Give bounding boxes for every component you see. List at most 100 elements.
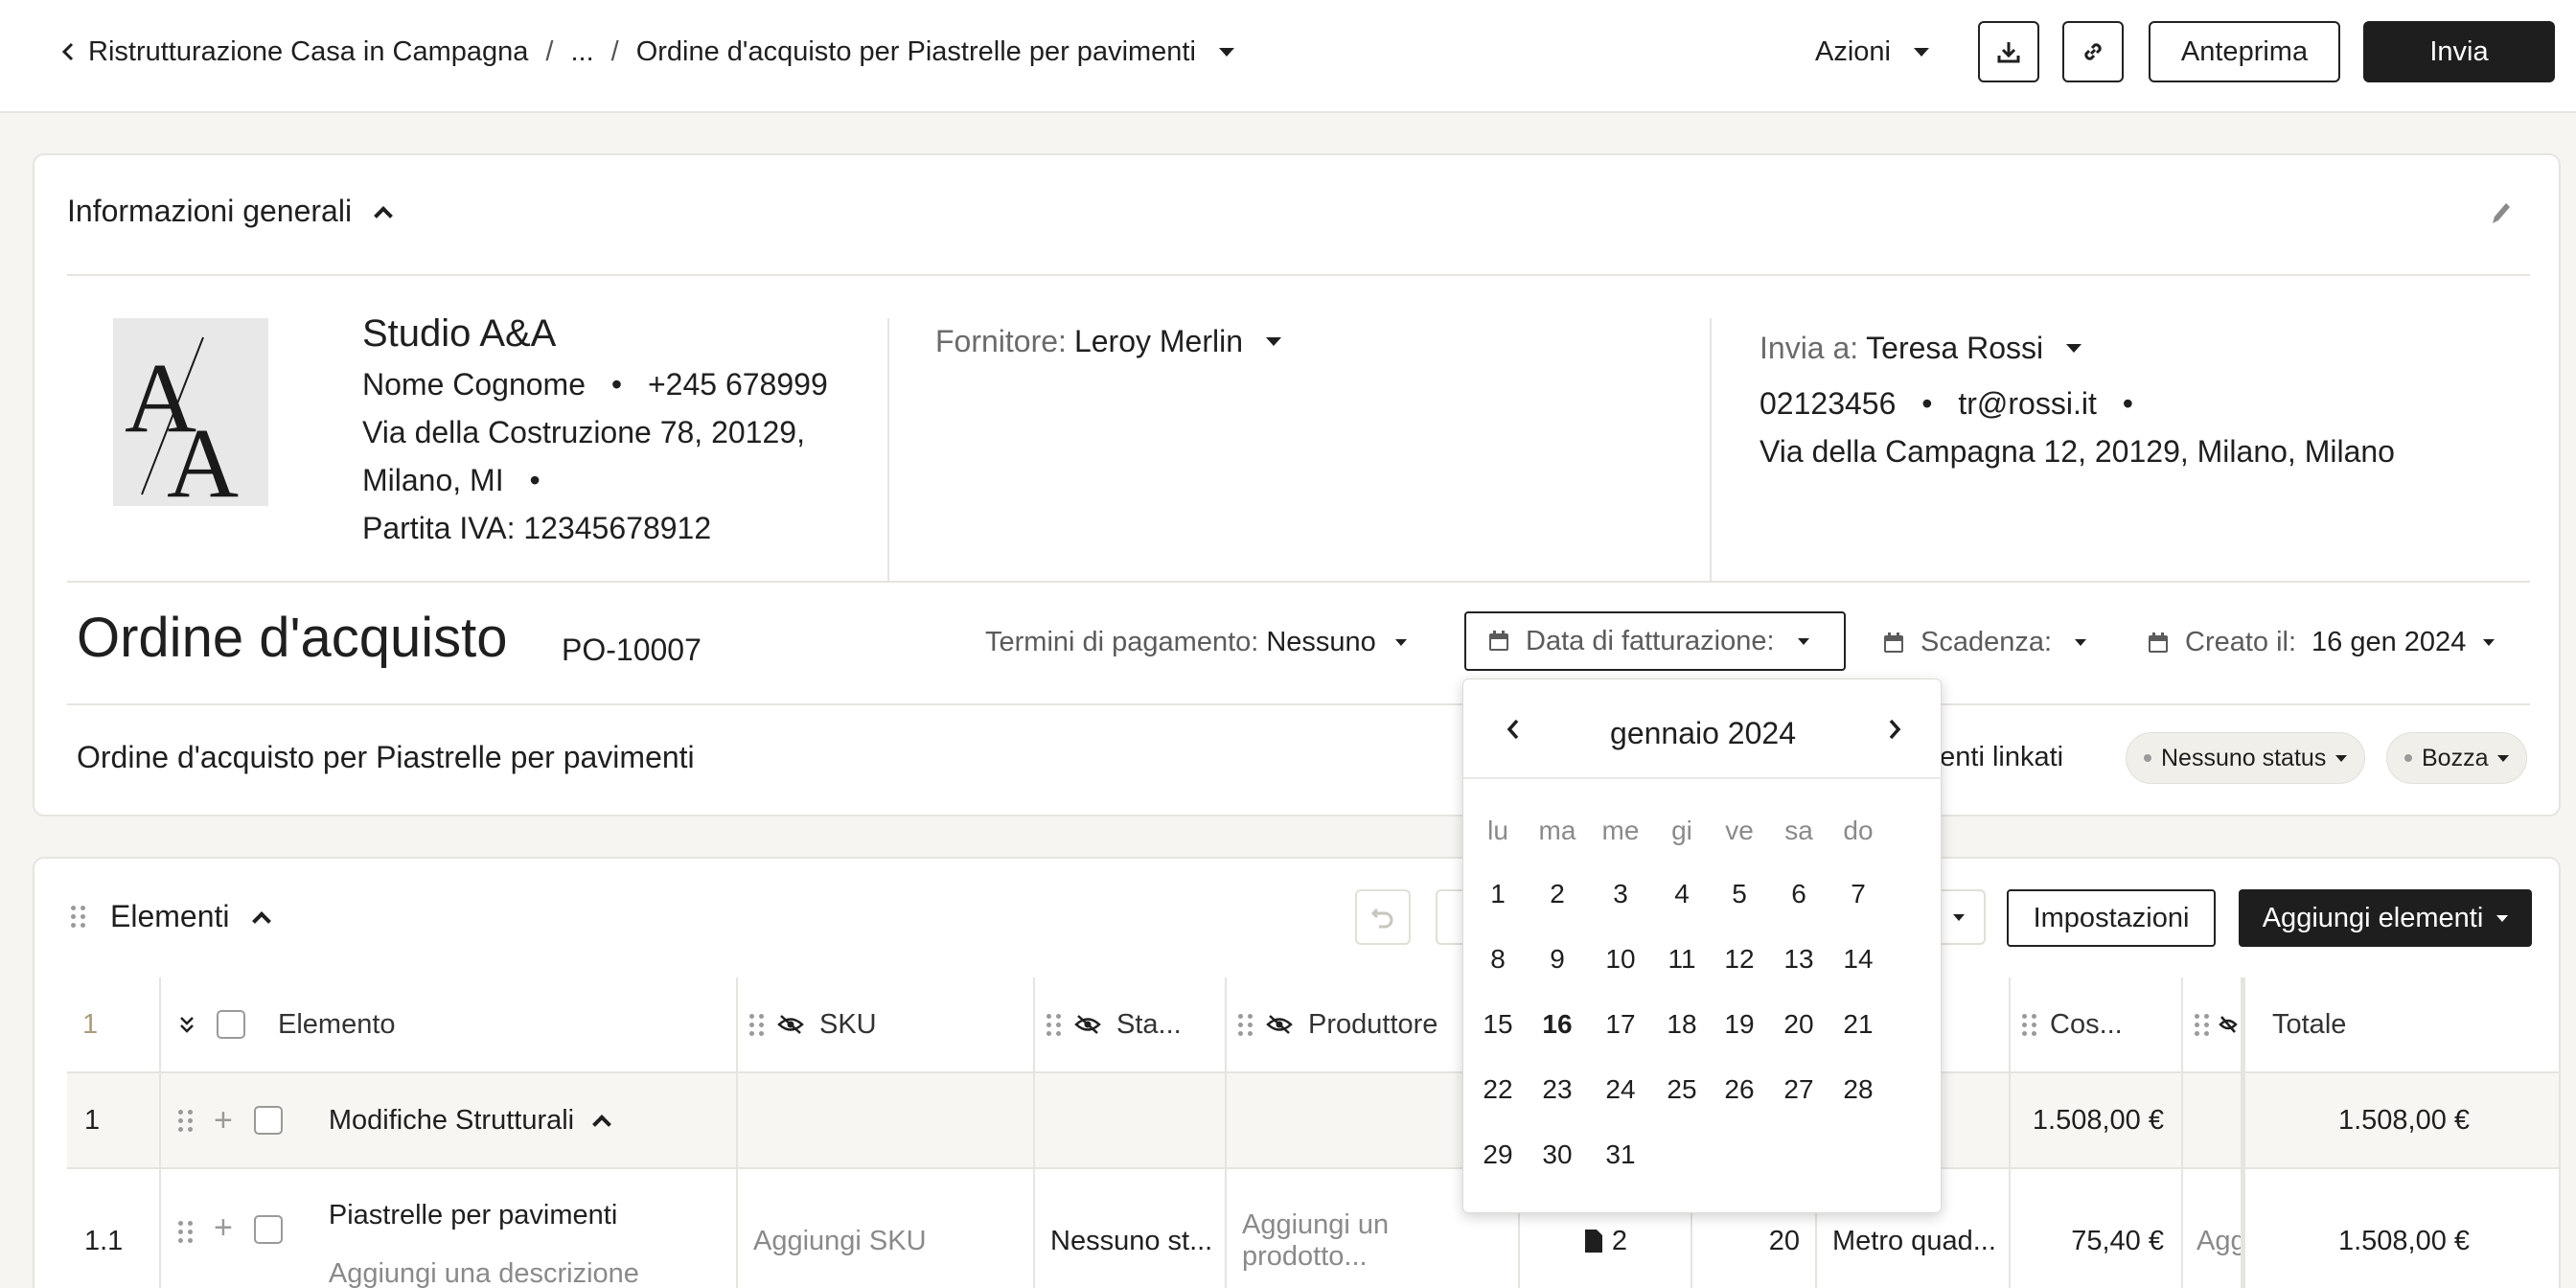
chevron-up-icon[interactable] — [592, 1115, 612, 1134]
send-button[interactable]: Invia — [2363, 21, 2555, 82]
preview-button[interactable]: Anteprima — [2149, 21, 2340, 82]
calendar-day[interactable]: 21 — [1829, 1009, 1887, 1040]
eye-off-icon[interactable] — [1074, 1014, 1101, 1035]
header-extra[interactable] — [2183, 978, 2242, 1071]
eye-off-icon[interactable] — [777, 1014, 804, 1035]
row-checkbox[interactable] — [253, 1106, 283, 1135]
created-date-dropdown[interactable]: Creato il: 16 gen 2024 — [2147, 627, 2496, 658]
settings-button[interactable]: Impostazioni — [2007, 889, 2216, 947]
table-row: 1.1 + Piastrelle per pavimenti Aggiungi … — [67, 1169, 2559, 1288]
general-info-toggle[interactable]: Informazioni generali — [67, 194, 393, 229]
group-element[interactable]: + Modifiche Strutturali — [161, 1073, 738, 1167]
chevron-left-icon[interactable] — [54, 37, 82, 66]
drag-handle-icon[interactable] — [2022, 1013, 2036, 1036]
due-date-dropdown[interactable]: Scadenza: — [1882, 627, 2087, 658]
status-badge[interactable]: Nessuno status — [2126, 732, 2366, 784]
order-subtitle[interactable]: Ordine d'acquisto per Piastrelle per pav… — [77, 740, 695, 775]
po-number[interactable]: PO-10007 — [562, 632, 702, 668]
calendar-day[interactable]: 27 — [1770, 1074, 1828, 1105]
calendar-day[interactable]: 3 — [1592, 879, 1649, 909]
row-cost[interactable]: 75,40 € — [2011, 1169, 2183, 1288]
caret-down-icon[interactable] — [1218, 47, 1234, 57]
calendar-day[interactable]: 22 — [1469, 1074, 1527, 1105]
row-description[interactable]: Aggiungi una descrizione — [329, 1258, 639, 1288]
weekday-label: ma — [1538, 816, 1576, 845]
ship-to-contacts: 02123456 • tr@rossi.it • — [1760, 380, 2395, 427]
calendar-day[interactable]: 15 — [1469, 1009, 1527, 1040]
calendar-day[interactable]: 19 — [1711, 1009, 1768, 1040]
ship-to-dropdown[interactable]: Invia a: Teresa Rossi — [1760, 324, 2395, 372]
drag-handle-icon[interactable] — [178, 1221, 193, 1243]
calendar-day[interactable]: 12 — [1711, 944, 1768, 975]
drag-handle-icon[interactable] — [178, 1109, 193, 1132]
row-status[interactable]: Nessuno st... — [1035, 1169, 1227, 1288]
row-checkbox[interactable] — [253, 1215, 283, 1244]
row-sku[interactable]: Aggiungi SKU — [738, 1169, 1035, 1288]
calendar-day[interactable]: 4 — [1653, 879, 1711, 909]
calendar-day[interactable]: 30 — [1529, 1139, 1586, 1170]
company-vat: Partita IVA: 12345678912 — [362, 511, 712, 545]
calendar-day[interactable]: 1 — [1469, 879, 1527, 909]
calendar-day[interactable]: 11 — [1653, 944, 1711, 975]
calendar-day[interactable]: 26 — [1711, 1074, 1768, 1105]
add-items-button[interactable]: Aggiungi elementi — [2239, 889, 2532, 947]
header-cost[interactable]: Cos... — [2011, 978, 2183, 1071]
eye-off-icon[interactable] — [1266, 1014, 1293, 1035]
header-element[interactable]: Elemento — [161, 978, 738, 1071]
header-element-label: Elemento — [278, 1008, 396, 1040]
collapse-all-icon[interactable] — [178, 1014, 196, 1035]
actions-dropdown[interactable]: Azioni — [1815, 33, 1929, 71]
calendar-day[interactable]: 18 — [1653, 1009, 1711, 1040]
row-total: 1.508,00 € — [2242, 1169, 2559, 1288]
ship-to-address: Via della Campagna 12, 20129, Milano, Mi… — [1760, 434, 2395, 469]
eye-off-icon[interactable] — [2219, 1014, 2238, 1035]
calendar-day[interactable]: 6 — [1770, 879, 1828, 909]
calendar-day[interactable]: 13 — [1770, 944, 1828, 975]
breadcrumb-current[interactable]: Ordine d'acquisto per Piastrelle per pav… — [636, 36, 1196, 68]
items-toggle[interactable]: Elementi — [71, 899, 271, 934]
calendar-day[interactable]: 24 — [1592, 1074, 1649, 1105]
company-address-line2: Milano, MI • — [362, 456, 828, 504]
calendar-day[interactable]: 2 — [1529, 879, 1586, 909]
row-name[interactable]: Piastrelle per pavimenti — [329, 1200, 639, 1231]
undo-button[interactable] — [1355, 889, 1411, 945]
calendar-day[interactable]: 5 — [1711, 879, 1768, 909]
calendar-day[interactable]: 17 — [1592, 1009, 1649, 1040]
calendar-day[interactable]: 20 — [1770, 1009, 1828, 1040]
calendar-day[interactable]: 10 — [1592, 944, 1649, 975]
breadcrumb-ellipsis[interactable]: ... — [570, 36, 593, 68]
calendar-day[interactable]: 25 — [1653, 1074, 1711, 1105]
drag-handle-icon[interactable] — [1046, 1013, 1061, 1036]
file-icon — [1584, 1230, 1602, 1253]
calendar-day[interactable]: 31 — [1592, 1139, 1649, 1170]
calendar-day[interactable]: 8 — [1469, 944, 1527, 975]
add-row-icon[interactable]: + — [214, 1209, 233, 1247]
invoice-date-dropdown[interactable]: Data di fatturazione: — [1464, 611, 1846, 671]
calendar-day[interactable]: 16 — [1529, 1009, 1586, 1040]
calendar-day[interactable]: 9 — [1529, 944, 1586, 975]
calendar-day[interactable]: 23 — [1529, 1074, 1586, 1105]
copy-link-button[interactable] — [2062, 21, 2124, 82]
calendar-day[interactable]: 29 — [1469, 1139, 1527, 1170]
calendar-day[interactable]: 14 — [1829, 944, 1887, 975]
calendar-day[interactable]: 28 — [1829, 1074, 1887, 1105]
header-sku[interactable]: SKU — [738, 978, 1035, 1071]
drag-handle-icon[interactable] — [749, 1013, 764, 1036]
row-extra[interactable]: Agg — [2183, 1169, 2242, 1288]
add-row-icon[interactable]: + — [214, 1102, 233, 1139]
supplier-dropdown[interactable]: Fornitore: Leroy Merlin — [935, 324, 1281, 359]
drag-handle-icon[interactable] — [71, 906, 85, 928]
row-element[interactable]: + Piastrelle per pavimenti Aggiungi una … — [161, 1169, 738, 1288]
payment-terms-dropdown[interactable]: Termini di pagamento: Nessuno — [985, 627, 1407, 658]
calendar-day[interactable]: 7 — [1829, 879, 1887, 909]
download-button[interactable] — [1978, 21, 2039, 82]
next-month-button[interactable] — [1877, 712, 1912, 747]
header-status[interactable]: Sta... — [1035, 978, 1227, 1071]
drag-handle-icon[interactable] — [1238, 1013, 1253, 1036]
draft-badge[interactable]: Bozza — [2386, 732, 2528, 784]
select-all-checkbox[interactable] — [217, 1010, 245, 1039]
drag-handle-icon[interactable] — [2195, 1013, 2209, 1036]
breadcrumb-project[interactable]: Ristrutturazione Casa in Campagna — [88, 36, 528, 68]
edit-icon[interactable] — [2488, 199, 2513, 233]
breadcrumb-separator: / — [610, 35, 619, 67]
